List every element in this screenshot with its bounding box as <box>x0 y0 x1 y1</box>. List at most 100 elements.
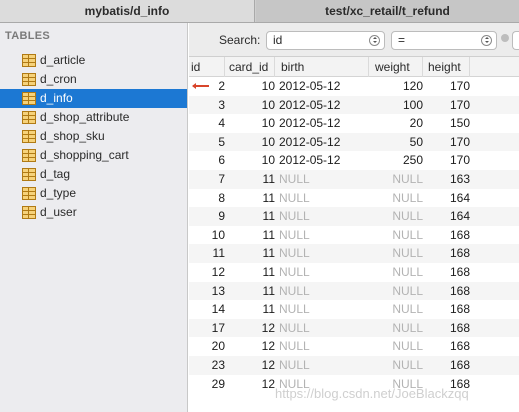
cell-id[interactable]: 2 <box>189 77 225 96</box>
cell-id[interactable]: 10 <box>189 226 225 245</box>
cell-birth[interactable]: NULL <box>279 337 369 356</box>
table-row[interactable]: 17 12 NULL NULL 168 <box>189 318 519 338</box>
cell-card-id[interactable]: 11 <box>227 170 275 189</box>
cell-birth[interactable]: 2012-05-12 <box>279 133 369 152</box>
table-row[interactable]: 13 11 NULL NULL 168 <box>189 281 519 301</box>
table-row[interactable]: 10 11 NULL NULL 168 <box>189 225 519 245</box>
cell-id[interactable]: 20 <box>189 337 225 356</box>
table-row[interactable]: 4 10 2012-05-12 20 150 <box>189 114 519 133</box>
cell-height[interactable]: 168 <box>426 300 470 319</box>
cell-id[interactable]: 12 <box>189 263 225 282</box>
table-row[interactable]: 12 11 NULL NULL 168 <box>189 262 519 282</box>
cell-weight[interactable]: 100 <box>373 96 423 115</box>
cell-weight[interactable]: NULL <box>373 282 423 301</box>
cell-height[interactable]: 164 <box>426 189 470 208</box>
cell-id[interactable]: 8 <box>189 189 225 208</box>
sidebar-item-d-type[interactable]: d_type <box>0 184 187 203</box>
tab-test-xc-retail-t-refund[interactable]: test/xc_retail/t_refund <box>256 0 519 22</box>
cell-birth[interactable]: NULL <box>279 207 369 226</box>
table-row[interactable]: 9 11 NULL NULL 164 <box>189 207 519 226</box>
table-row[interactable]: 23 12 NULL NULL 168 <box>189 355 519 375</box>
cell-id[interactable]: 9 <box>189 207 225 226</box>
cell-weight[interactable]: NULL <box>373 263 423 282</box>
cell-height[interactable]: 168 <box>426 337 470 356</box>
cell-height[interactable]: 163 <box>426 170 470 189</box>
search-field-select[interactable]: id <box>266 31 385 50</box>
cell-weight[interactable]: NULL <box>373 337 423 356</box>
cell-birth[interactable]: NULL <box>279 300 369 319</box>
cell-card-id[interactable]: 10 <box>227 133 275 152</box>
cell-id[interactable]: 14 <box>189 300 225 319</box>
cell-card-id[interactable]: 11 <box>227 263 275 282</box>
cell-height[interactable]: 168 <box>426 356 470 375</box>
column-header-height[interactable]: height <box>426 57 470 77</box>
cell-weight[interactable]: NULL <box>373 244 423 263</box>
cell-id[interactable]: 7 <box>189 170 225 189</box>
clear-icon[interactable] <box>501 34 509 42</box>
cell-birth[interactable]: NULL <box>279 244 369 263</box>
sidebar-item-d-tag[interactable]: d_tag <box>0 165 187 184</box>
cell-id[interactable]: 5 <box>189 133 225 152</box>
cell-id[interactable]: 11 <box>189 244 225 263</box>
cell-height[interactable]: 170 <box>426 77 470 96</box>
cell-weight[interactable]: NULL <box>373 319 423 338</box>
column-header-id[interactable]: id <box>189 57 225 77</box>
cell-card-id[interactable]: 12 <box>227 375 275 394</box>
cell-weight[interactable]: NULL <box>373 300 423 319</box>
cell-id[interactable]: 29 <box>189 375 225 394</box>
sidebar-item-d-cron[interactable]: d_cron <box>0 70 187 89</box>
cell-card-id[interactable]: 12 <box>227 356 275 375</box>
cell-id[interactable]: 17 <box>189 319 225 338</box>
cell-card-id[interactable]: 10 <box>227 114 275 133</box>
cell-card-id[interactable]: 12 <box>227 319 275 338</box>
cell-card-id[interactable]: 10 <box>227 151 275 170</box>
cell-birth[interactable]: NULL <box>279 356 369 375</box>
table-row[interactable]: 6 10 2012-05-12 250 170 <box>189 151 519 170</box>
table-row[interactable]: 14 11 NULL NULL 168 <box>189 300 519 319</box>
table-row[interactable]: 8 11 NULL NULL 164 <box>189 188 519 208</box>
cell-id[interactable]: 3 <box>189 96 225 115</box>
cell-birth[interactable]: 2012-05-12 <box>279 114 369 133</box>
cell-height[interactable]: 150 <box>426 114 470 133</box>
cell-birth[interactable]: 2012-05-12 <box>279 151 369 170</box>
cell-height[interactable]: 164 <box>426 207 470 226</box>
cell-card-id[interactable]: 10 <box>227 96 275 115</box>
cell-weight[interactable]: 250 <box>373 151 423 170</box>
cell-weight[interactable]: NULL <box>373 226 423 245</box>
tab-mybatis-d-info[interactable]: mybatis/d_info <box>0 0 255 22</box>
cell-height[interactable]: 168 <box>426 244 470 263</box>
cell-height[interactable]: 168 <box>426 263 470 282</box>
cell-birth[interactable]: NULL <box>279 263 369 282</box>
search-operator-select[interactable]: = <box>391 31 497 50</box>
cell-weight[interactable]: 20 <box>373 114 423 133</box>
cell-height[interactable]: 170 <box>426 96 470 115</box>
cell-weight[interactable]: NULL <box>373 170 423 189</box>
search-value-input[interactable] <box>512 31 519 50</box>
table-row[interactable]: 7 11 NULL NULL 163 <box>189 169 519 189</box>
column-header-card-id[interactable]: card_id <box>227 57 275 77</box>
cell-height[interactable]: 170 <box>426 133 470 152</box>
cell-card-id[interactable]: 11 <box>227 244 275 263</box>
cell-birth[interactable]: NULL <box>279 170 369 189</box>
cell-birth[interactable]: 2012-05-12 <box>279 96 369 115</box>
table-row[interactable]: 5 10 2012-05-12 50 170 <box>189 132 519 152</box>
table-row[interactable]: 11 11 NULL NULL 168 <box>189 244 519 263</box>
cell-card-id[interactable]: 11 <box>227 282 275 301</box>
cell-card-id[interactable]: 11 <box>227 207 275 226</box>
cell-height[interactable]: 168 <box>426 282 470 301</box>
cell-id[interactable]: 13 <box>189 282 225 301</box>
column-header-birth[interactable]: birth <box>279 57 369 77</box>
cell-weight[interactable]: NULL <box>373 189 423 208</box>
cell-height[interactable]: 170 <box>426 151 470 170</box>
cell-height[interactable]: 168 <box>426 226 470 245</box>
cell-id[interactable]: 6 <box>189 151 225 170</box>
cell-id[interactable]: 4 <box>189 114 225 133</box>
sidebar-item-d-article[interactable]: d_article <box>0 51 187 70</box>
cell-weight[interactable]: NULL <box>373 207 423 226</box>
cell-card-id[interactable]: 11 <box>227 226 275 245</box>
cell-height[interactable]: 168 <box>426 319 470 338</box>
sidebar-item-d-info[interactable]: d_info <box>0 89 187 108</box>
cell-birth[interactable]: NULL <box>279 189 369 208</box>
cell-weight[interactable]: 120 <box>373 77 423 96</box>
cell-card-id[interactable]: 11 <box>227 189 275 208</box>
